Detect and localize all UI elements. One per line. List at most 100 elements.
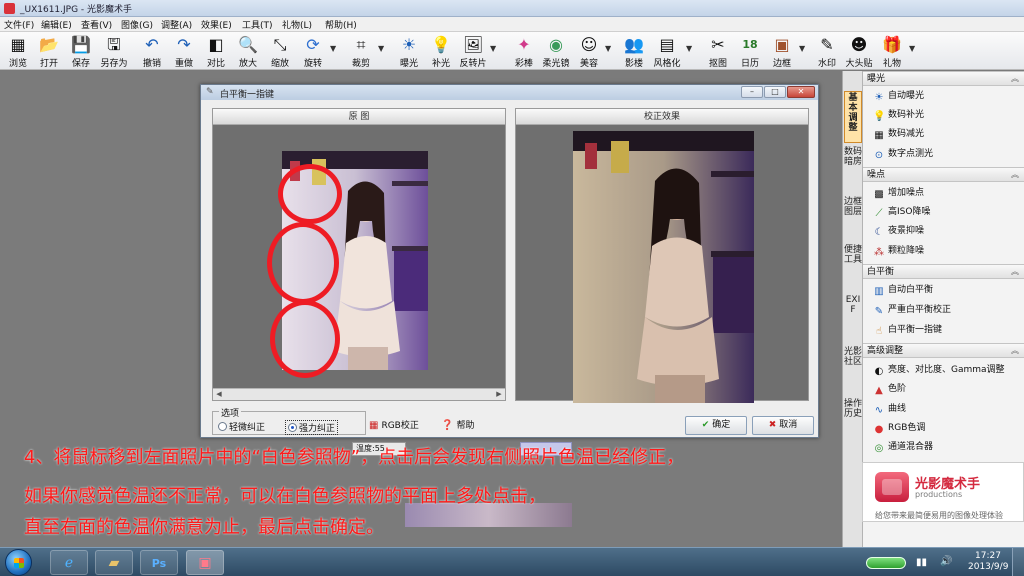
fill-light-button[interactable]: 💡 补光 — [425, 34, 457, 69]
network-icon[interactable]: ▮▮ — [916, 557, 927, 576]
rotate-dropdown-icon[interactable]: ▼ — [330, 44, 336, 53]
zoom-in-button[interactable]: 🔍 放大 — [232, 34, 264, 69]
item-wb-one-touch[interactable]: ☝ 白平衡一指键 — [873, 322, 942, 339]
brand-logo-icon — [875, 472, 909, 502]
menu-file[interactable]: 文件(F) — [4, 18, 34, 31]
help-button[interactable]: ❓ 帮助 — [441, 418, 474, 436]
item-levels[interactable]: ▲ 色阶 — [873, 381, 906, 398]
menu-gifts[interactable]: 礼物(L) — [282, 18, 312, 31]
item-add-noise[interactable]: ▩ 增加噪点 — [873, 185, 924, 202]
menu-edit[interactable]: 编辑(E) — [41, 18, 72, 31]
item-digital-dim[interactable]: ▦ 数码减光 — [873, 126, 924, 143]
category-exposure[interactable]: 曝光 ︽ — [863, 71, 1024, 86]
ie-taskbar-button[interactable]: ℯ — [50, 550, 88, 575]
scroll-left-icon[interactable]: ◀ — [213, 389, 225, 400]
tab-community[interactable]: 光影社区 — [844, 347, 862, 391]
battery-indicator[interactable] — [866, 557, 906, 569]
menu-view[interactable]: 查看(V) — [81, 18, 112, 31]
cutout-button[interactable]: ✂ 抠图 — [702, 34, 734, 69]
cancel-button[interactable]: ✖ 取消 — [752, 416, 814, 435]
beauty-dropdown-icon[interactable]: ▼ — [605, 44, 611, 53]
tab-basic-adjust[interactable]: 基本调整 — [844, 91, 862, 143]
collapse-icon[interactable]: ︽ — [1011, 265, 1019, 279]
rgb-correction-button[interactable]: ▦ RGB校正 — [369, 418, 419, 436]
menu-image[interactable]: 图像(G) — [121, 18, 153, 31]
dialog-close-button[interactable]: ✕ — [787, 86, 815, 98]
promo-slogan: 给您带来最简便易用的图像处理体验 — [875, 511, 1003, 520]
item-spot-meter[interactable]: ⊙ 数字点测光 — [873, 146, 933, 163]
main-toolbar: ▦ 浏览 📂 打开 💾 保存 🖫 另存为 ↶ 撤销 ↷ 重做 ◧ 对比 🔍 放大 ⤡ 缩放 ⟳ 旋转… — [0, 32, 1024, 70]
start-button[interactable] — [5, 549, 32, 576]
menu-help[interactable]: 帮助(H) — [325, 18, 357, 31]
app-logo-icon — [4, 3, 15, 14]
gift-dropdown-icon[interactable]: ▼ — [909, 44, 915, 53]
studio-button[interactable]: 👥 影楼 — [618, 34, 650, 69]
item-digital-fill[interactable]: 💡 数码补光 — [873, 107, 924, 124]
strong-correction-radio[interactable]: 强力纠正 — [285, 420, 339, 435]
neo-imaging-taskbar-button[interactable]: ▣ — [186, 550, 224, 575]
system-clock[interactable]: 17:27 2013/9/9 — [968, 551, 1008, 573]
crop-dropdown-icon[interactable]: ▼ — [378, 44, 384, 53]
crop-button[interactable]: ⌗ 裁剪 — [345, 34, 377, 69]
ok-button[interactable]: ✔ 确定 — [685, 416, 747, 435]
item-brightness[interactable]: ◐ 亮度、对比度、Gamma调整 — [873, 362, 1005, 379]
item-strong-wb[interactable]: ✎ 严重白平衡校正 — [873, 302, 951, 319]
stylize-dropdown-icon[interactable]: ▼ — [686, 44, 692, 53]
rotate-icon: ⟳ — [306, 35, 320, 54]
browse-button[interactable]: ▦ 浏览 — [2, 34, 34, 69]
beauty-button[interactable]: ☺ 美容 — [573, 34, 605, 69]
item-auto-exposure[interactable]: ☀ 自动曝光 — [873, 88, 925, 105]
color-wand-button[interactable]: ✦ 彩棒 — [508, 34, 540, 69]
calendar-button[interactable]: 18 日历 — [734, 34, 766, 69]
frame-button[interactable]: ▣ 边框 — [766, 34, 798, 69]
explorer-taskbar-button[interactable]: ▰ — [95, 550, 133, 575]
dialog-maximize-button[interactable]: □ — [764, 86, 786, 98]
soft-lens-button[interactable]: ◉ 柔光镜 — [540, 34, 572, 69]
volume-icon[interactable]: 🔊 — [940, 556, 952, 576]
sticker-button[interactable]: ☻ 大头贴 — [843, 34, 875, 69]
tab-history[interactable]: 操作历史 — [844, 399, 862, 443]
tab-exif[interactable]: EXIF — [844, 295, 862, 339]
collapse-icon[interactable]: ︽ — [1011, 344, 1019, 358]
slide-film-dropdown-icon[interactable]: ▼ — [490, 44, 496, 53]
undo-button[interactable]: ↶ 撤销 — [136, 34, 168, 69]
corrected-image-panel: 校正效果 — [515, 108, 809, 403]
item-curves[interactable]: ∿ 曲线 — [873, 401, 906, 418]
item-night-denoise[interactable]: ☾ 夜景抑噪 — [873, 223, 925, 240]
show-desktop-button[interactable] — [1012, 548, 1024, 576]
item-grain-denoise[interactable]: ⁂ 颗粒降噪 — [873, 243, 924, 260]
save-as-button[interactable]: 🖫 另存为 — [98, 34, 130, 69]
menu-effects[interactable]: 效果(E) — [201, 18, 232, 31]
tab-digital-darkroom[interactable]: 数码暗房 — [844, 147, 862, 195]
redo-button[interactable]: ↷ 重做 — [168, 34, 200, 69]
resize-button[interactable]: ⤡ 缩放 — [264, 34, 296, 69]
frame-dropdown-icon[interactable]: ▼ — [799, 44, 805, 53]
compare-button[interactable]: ◧ 对比 — [200, 34, 232, 69]
item-auto-wb[interactable]: ▥ 自动白平衡 — [873, 282, 933, 299]
rotate-button[interactable]: ⟳ 旋转 — [297, 34, 329, 69]
slide-film-button[interactable]: 🖼 反转片 — [457, 34, 489, 69]
open-button[interactable]: 📂 打开 — [33, 34, 65, 69]
category-noise[interactable]: 噪点 ︽ — [863, 167, 1024, 182]
item-channel-mixer[interactable]: ◎ 通道混合器 — [873, 439, 933, 456]
dialog-minimize-button[interactable]: – — [741, 86, 763, 98]
menu-adjust[interactable]: 调整(A) — [161, 18, 192, 31]
photoshop-taskbar-button[interactable]: Ps — [140, 550, 178, 575]
light-correction-radio[interactable]: 轻微纠正 — [218, 420, 265, 433]
category-white-balance[interactable]: 白平衡 ︽ — [863, 264, 1024, 279]
original-horizontal-scrollbar[interactable]: ◀ ▶ — [213, 388, 505, 400]
gift-button[interactable]: 🎁 礼物 — [876, 34, 908, 69]
tab-quick-tools[interactable]: 便捷工具 — [844, 245, 862, 289]
collapse-icon[interactable]: ︽ — [1011, 168, 1019, 182]
category-advanced[interactable]: 高级调整 ︽ — [863, 343, 1024, 358]
stylize-button[interactable]: ▤ 风格化 — [651, 34, 683, 69]
watermark-button[interactable]: ✎ 水印 — [811, 34, 843, 69]
item-rgb-tone[interactable]: ● RGB色调 — [873, 420, 926, 437]
exposure-button[interactable]: ☀ 曝光 — [393, 34, 425, 69]
scroll-right-icon[interactable]: ▶ — [493, 389, 505, 400]
menu-tools[interactable]: 工具(T) — [242, 18, 273, 31]
item-iso-denoise[interactable]: ⟋ 高ISO降噪 — [873, 204, 931, 221]
collapse-icon[interactable]: ︽ — [1011, 72, 1019, 86]
tab-frame-layers[interactable]: 边框图层 — [844, 197, 862, 241]
save-button[interactable]: 💾 保存 — [65, 34, 97, 69]
